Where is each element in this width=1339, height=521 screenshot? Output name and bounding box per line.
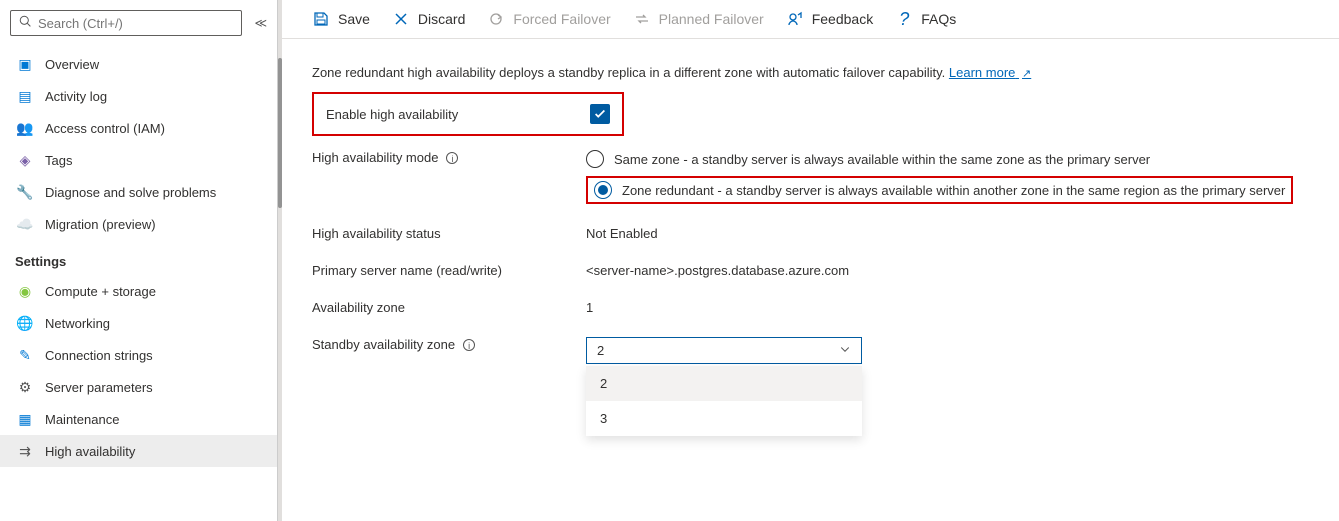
feedback-icon [786, 10, 804, 28]
sidebar-item-label: Maintenance [45, 412, 119, 427]
sidebar: ≪ ▣ Overview ▤ Activity log 👥 Access control … [0, 0, 278, 521]
ha-mode-label: High availability mode i [312, 150, 586, 165]
ha-status-value: Not Enabled [586, 226, 1309, 241]
sidebar-item-tags[interactable]: ◈ Tags [0, 144, 277, 176]
standby-zone-option[interactable]: 2 [586, 366, 862, 401]
standby-zone-value: 2 [597, 343, 604, 358]
discard-icon [392, 10, 410, 28]
radio-zone-redundant[interactable] [594, 181, 612, 199]
sidebar-item-label: Overview [45, 57, 99, 72]
standby-zone-dropdown: 2 3 [586, 366, 862, 436]
standby-zone-option[interactable]: 3 [586, 401, 862, 436]
collapse-sidebar-icon[interactable]: ≪ [254, 16, 267, 30]
external-link-icon: ↗ [1022, 68, 1031, 80]
faqs-label: FAQs [921, 11, 956, 27]
sidebar-item-label: Diagnose and solve problems [45, 185, 216, 200]
sidebar-item-high-availability[interactable]: ⇉ High availability [0, 435, 277, 467]
forced-failover-label: Forced Failover [513, 11, 610, 27]
info-icon[interactable]: i [446, 152, 458, 164]
sidebar-item-label: Access control (IAM) [45, 121, 165, 136]
server-parameters-icon: ⚙ [15, 379, 35, 395]
enable-ha-highlight: Enable high availability [312, 92, 624, 136]
sidebar-item-compute-storage[interactable]: ◉ Compute + storage [0, 275, 277, 307]
sidebar-item-migration-preview[interactable]: ☁️ Migration (preview) [0, 208, 277, 240]
save-button[interactable]: Save [312, 10, 370, 28]
primary-server-label: Primary server name (read/write) [312, 263, 586, 278]
standby-az-label: Standby availability zone i [312, 337, 586, 352]
info-icon[interactable]: i [463, 339, 475, 351]
discard-button[interactable]: Discard [392, 10, 465, 28]
ha-status-label: High availability status [312, 226, 586, 241]
planned-failover-icon [633, 10, 651, 28]
networking-icon: 🌐 [15, 315, 35, 331]
forced-failover-button: Forced Failover [487, 10, 610, 28]
search-input[interactable] [38, 16, 233, 31]
sidebar-item-server-parameters[interactable]: ⚙ Server parameters [0, 371, 277, 403]
faqs-button[interactable]: ? FAQs [895, 10, 956, 28]
access-control-icon: 👥 [15, 120, 35, 136]
main-content: Save Discard Forced Failover Planned Fai… [282, 0, 1339, 521]
forced-failover-icon [487, 10, 505, 28]
overview-icon: ▣ [15, 56, 35, 72]
sidebar-item-maintenance[interactable]: ▦ Maintenance [0, 403, 277, 435]
toolbar: Save Discard Forced Failover Planned Fai… [282, 0, 1339, 39]
feedback-button[interactable]: Feedback [786, 10, 873, 28]
sidebar-item-access-control-iam[interactable]: 👥 Access control (IAM) [0, 112, 277, 144]
radio-zone-redundant-label: Zone redundant - a standby server is alw… [622, 183, 1285, 198]
sidebar-item-overview[interactable]: ▣ Overview [0, 48, 277, 80]
planned-failover-label: Planned Failover [659, 11, 764, 27]
primary-server-value: <server-name>.postgres.database.azure.co… [586, 263, 1309, 278]
sidebar-item-label: Connection strings [45, 348, 153, 363]
radio-zone-redundant-highlight: Zone redundant - a standby server is alw… [586, 176, 1293, 204]
sidebar-item-label: Compute + storage [45, 284, 156, 299]
sidebar-item-label: Server parameters [45, 380, 153, 395]
sidebar-item-label: Networking [45, 316, 110, 331]
tags-icon: ◈ [15, 152, 35, 168]
description-text: Zone redundant high availability deploys… [312, 65, 1309, 80]
sidebar-item-connection-strings[interactable]: ✎ Connection strings [0, 339, 277, 371]
connection-strings-icon: ✎ [15, 347, 35, 363]
maintenance-icon: ▦ [15, 411, 35, 427]
section-settings-header: Settings [0, 240, 277, 275]
save-icon [312, 10, 330, 28]
availability-zone-label: Availability zone [312, 300, 586, 315]
enable-ha-checkbox[interactable] [590, 104, 610, 124]
sidebar-item-label: High availability [45, 444, 135, 459]
radio-icon [586, 150, 604, 168]
sidebar-item-label: Migration (preview) [45, 217, 156, 232]
radio-same-zone-label: Same zone - a standby server is always a… [614, 152, 1150, 167]
enable-ha-label: Enable high availability [326, 107, 458, 122]
radio-same-zone[interactable]: Same zone - a standby server is always a… [586, 150, 1309, 168]
sidebar-item-label: Tags [45, 153, 72, 168]
discard-label: Discard [418, 11, 465, 27]
sidebar-item-diagnose-and-solve-problems[interactable]: 🔧 Diagnose and solve problems [0, 176, 277, 208]
search-box[interactable] [10, 10, 242, 36]
compute-icon: ◉ [15, 283, 35, 299]
faqs-icon: ? [895, 10, 913, 28]
activity-log-icon: ▤ [15, 88, 35, 104]
high-availability-icon: ⇉ [15, 443, 35, 459]
diagnose-icon: 🔧 [15, 184, 35, 200]
chevron-down-icon [839, 343, 851, 358]
save-label: Save [338, 11, 370, 27]
planned-failover-button: Planned Failover [633, 10, 764, 28]
sidebar-item-networking[interactable]: 🌐 Networking [0, 307, 277, 339]
migration-icon: ☁️ [15, 216, 35, 232]
search-icon [19, 15, 32, 31]
feedback-label: Feedback [812, 11, 873, 27]
sidebar-item-label: Activity log [45, 89, 107, 104]
standby-zone-select[interactable]: 2 [586, 337, 862, 364]
sidebar-item-activity-log[interactable]: ▤ Activity log [0, 80, 277, 112]
learn-more-link[interactable]: Learn more ↗ [949, 65, 1031, 80]
availability-zone-value: 1 [586, 300, 1309, 315]
